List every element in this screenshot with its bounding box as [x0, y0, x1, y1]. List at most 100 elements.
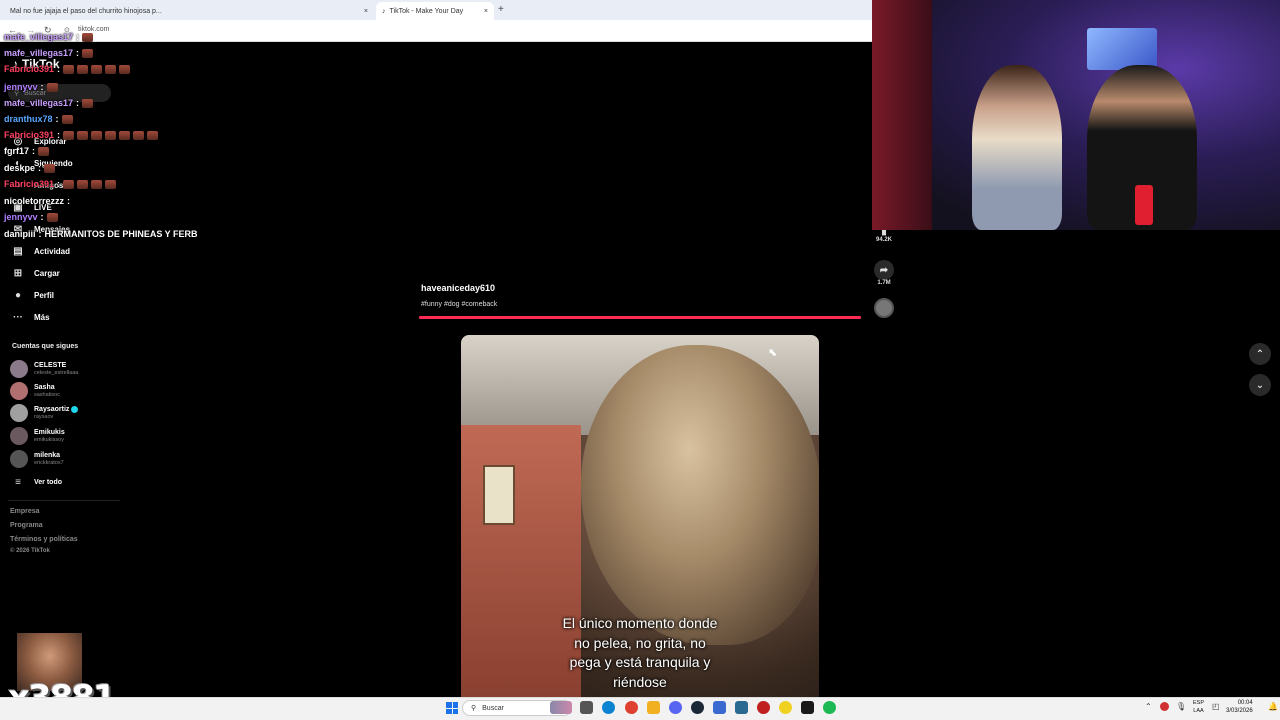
- chat-emote-icon: [77, 179, 89, 189]
- language-indicator[interactable]: ESP LAA: [1193, 699, 1204, 715]
- chat-emote-icon: [38, 146, 50, 156]
- caption-line: El único momento donde: [562, 615, 718, 631]
- chat-message: mafe_villegas17:: [4, 98, 94, 108]
- avatar: [10, 382, 28, 400]
- chat-emote-icon: [63, 64, 75, 74]
- obs-icon[interactable]: [757, 701, 770, 714]
- following-account[interactable]: Sasha sashatisoc: [10, 382, 60, 400]
- chat-emote-icon: [119, 64, 131, 74]
- avatar: [10, 360, 28, 378]
- folder-icon[interactable]: [647, 701, 660, 714]
- chat-separator: :: [38, 229, 42, 239]
- chat-separator: :: [55, 114, 59, 124]
- webcam-monitor: [1087, 28, 1157, 70]
- chat-emote-icon: [105, 130, 117, 140]
- chat-username: jennyvv: [4, 212, 38, 222]
- sidebar-item-mas[interactable]: ··· Más: [12, 311, 50, 323]
- chat-message: Fabricio391:: [4, 130, 159, 140]
- sidebar-item-perfil[interactable]: ● Perfil: [12, 289, 54, 301]
- tiktok-tab-icon: ♪: [382, 7, 386, 15]
- chat-emote-icon: [61, 114, 73, 124]
- steam-icon[interactable]: [691, 701, 704, 714]
- sidebar-item-actividad[interactable]: ▤ Actividad: [12, 245, 70, 257]
- address-bar[interactable]: [0, 20, 872, 42]
- footer-link-terminos[interactable]: Términos y políticas: [10, 536, 78, 543]
- chat-message: fgrf17:: [4, 146, 50, 156]
- system-clock[interactable]: 00:04 3/03/2026: [1226, 699, 1253, 715]
- video-hashtags[interactable]: #funny #dog #comeback: [421, 301, 497, 308]
- chat-message: Fabricio391:: [4, 64, 131, 74]
- chat-emote-icon: [46, 212, 58, 222]
- app-icon[interactable]: [735, 701, 748, 714]
- chrome-icon[interactable]: [625, 701, 638, 714]
- taskbar-search-label: Buscar: [482, 704, 504, 712]
- chat-username: Fabricio391: [4, 64, 55, 74]
- task-view-icon[interactable]: [580, 701, 593, 714]
- chat-emote-icon: [63, 130, 75, 140]
- chat-emote-icon: [133, 130, 145, 140]
- verified-icon: [71, 406, 79, 413]
- sound-button[interactable]: [874, 298, 894, 318]
- search-icon: ⚲: [471, 705, 477, 712]
- chat-username: deskpe: [4, 163, 36, 173]
- widget-icon[interactable]: [550, 701, 572, 714]
- edge-icon[interactable]: [602, 701, 615, 714]
- close-icon[interactable]: ×: [484, 8, 488, 15]
- chat-separator: :: [76, 98, 80, 108]
- webcam-person-left: [972, 65, 1062, 230]
- microphone-icon[interactable]: 🎙: [1176, 702, 1186, 711]
- language-code: ESP: [1193, 700, 1205, 706]
- start-button[interactable]: [446, 702, 458, 714]
- share-button[interactable]: ➦ 1.7M: [874, 260, 894, 286]
- discord-icon[interactable]: [669, 701, 682, 714]
- footer-link-empresa[interactable]: Empresa: [10, 508, 40, 515]
- account-name: Sasha: [34, 384, 55, 391]
- following-title: Cuentas que sigues: [12, 343, 79, 350]
- chat-emote-icon: [91, 179, 103, 189]
- see-all-button[interactable]: ≡ Ver todo: [12, 476, 62, 488]
- spotify-icon[interactable]: [823, 701, 836, 714]
- account-name: CELESTE: [34, 362, 67, 369]
- clock-time: 00:04: [1237, 700, 1253, 706]
- sidebar-item-cargar[interactable]: ⊞ Cargar: [12, 267, 60, 279]
- footer-link-programa[interactable]: Programa: [10, 522, 43, 529]
- app-icon[interactable]: [713, 701, 726, 714]
- tray-app-icon[interactable]: [1160, 702, 1169, 711]
- tab-2-title: TikTok - Make Your Day: [389, 7, 464, 15]
- chat-separator: :: [57, 179, 61, 189]
- chat-separator: :: [76, 48, 80, 58]
- next-video-button[interactable]: ⌄: [1249, 374, 1271, 396]
- upload-icon: ⊞: [13, 267, 23, 279]
- chat-emote-icon: [82, 48, 94, 58]
- browser-tab-1[interactable]: Mal no fue jajaja el paso del churrito h…: [4, 2, 374, 20]
- chat-message: danipiii: HERMANITOS DE PHINEAS Y FERB: [4, 229, 198, 239]
- account-handle: sashatisoc: [34, 392, 60, 398]
- chat-username: mafe_villegas17: [4, 98, 74, 108]
- app-icon[interactable]: [801, 701, 814, 714]
- browser-tab-2[interactable]: ♪ TikTok - Make Your Day ×: [376, 2, 494, 20]
- following-account[interactable]: Raysaortiz raysaov: [10, 404, 79, 422]
- chat-message: nicoletorrezzz:: [4, 196, 70, 206]
- account-name: Emikukis: [34, 429, 65, 436]
- sidebar-item-label: Perfil: [34, 290, 55, 300]
- more-icon: ···: [13, 311, 23, 323]
- divider: [8, 500, 120, 501]
- tray-chevron-icon[interactable]: ⌃: [1145, 702, 1152, 711]
- new-tab-icon[interactable]: +: [498, 4, 504, 15]
- notification-bell-icon[interactable]: 🔔: [1268, 702, 1278, 711]
- following-account[interactable]: CELESTE celeste_estrellaaa: [10, 360, 78, 378]
- chat-emote-icon: [82, 32, 94, 42]
- webcam-red-wall: [872, 0, 932, 230]
- chat-emote-icon: [77, 64, 89, 74]
- chat-emote-icon: [63, 179, 75, 189]
- network-icon[interactable]: ◰: [1212, 702, 1220, 711]
- close-icon[interactable]: ×: [364, 8, 368, 15]
- video-author[interactable]: haveaniceday610: [421, 283, 495, 293]
- video-progress-track[interactable]: [419, 316, 861, 319]
- app-icon[interactable]: [779, 701, 792, 714]
- following-account[interactable]: milenka erickkratos7: [10, 450, 64, 468]
- previous-video-button[interactable]: ⌃: [1249, 343, 1271, 365]
- following-account[interactable]: Emikukis emikukissoy: [10, 427, 65, 445]
- chat-message: Fabricio391:: [4, 179, 117, 189]
- chat-emote-icon: [44, 163, 56, 173]
